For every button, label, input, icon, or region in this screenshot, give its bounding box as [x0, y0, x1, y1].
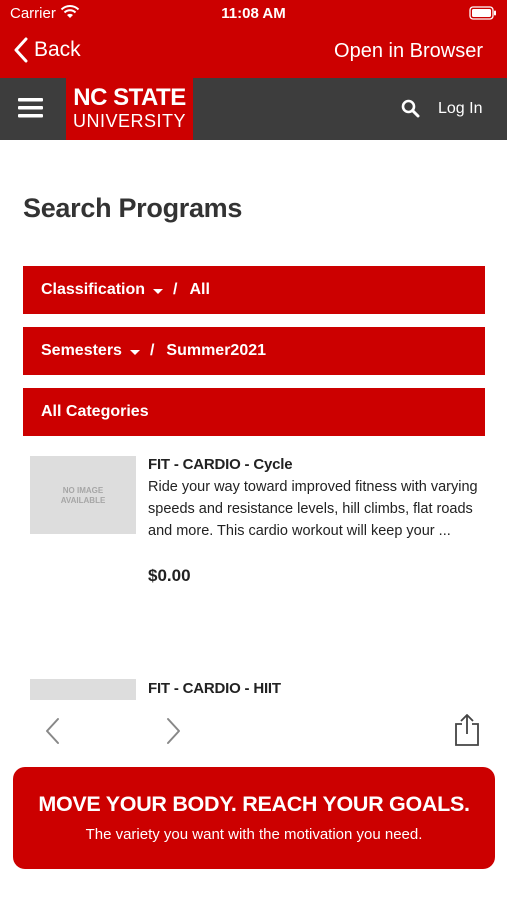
- program-title[interactable]: FIT - CARDIO - Cycle: [148, 456, 293, 473]
- program-thumbnail[interactable]: [30, 679, 136, 700]
- nc-state-logo[interactable]: NC STATE UNIVERSITY: [66, 78, 193, 140]
- program-title[interactable]: FIT - CARDIO - HIIT: [148, 680, 281, 697]
- battery-icon: [469, 6, 497, 25]
- classification-label: Classification: [41, 281, 146, 298]
- logo-top-text: NC STATE: [73, 84, 186, 111]
- banner-headline: MOVE YOUR BODY. REACH YOUR GOALS.: [38, 792, 470, 816]
- semesters-value: Summer2021: [166, 342, 267, 359]
- login-link[interactable]: Log In: [438, 100, 482, 118]
- back-label: Back: [34, 38, 81, 61]
- caret-down-icon: [153, 288, 164, 294]
- program-description: Ride your way toward improved fitness wi…: [148, 479, 478, 539]
- chevron-left-icon: [14, 37, 28, 63]
- clock: 11:08 AM: [221, 5, 286, 22]
- share-icon[interactable]: [453, 713, 481, 752]
- filter-separator: /: [173, 281, 178, 298]
- promo-banner[interactable]: MOVE YOUR BODY. REACH YOUR GOALS. The va…: [13, 767, 495, 869]
- browser-toolbar: [0, 700, 507, 762]
- classification-filter[interactable]: Classification / All: [23, 266, 485, 314]
- no-image-placeholder: NO IMAGE AVAILABLE: [60, 486, 106, 505]
- categories-filter[interactable]: All Categories: [23, 388, 485, 436]
- page-title: Search Programs: [23, 193, 243, 223]
- back-button[interactable]: Back: [14, 37, 81, 63]
- classification-value: All: [189, 281, 210, 298]
- semesters-label: Semesters: [41, 342, 122, 359]
- logo-bottom-text: UNIVERSITY: [72, 111, 187, 131]
- filter-separator: /: [149, 342, 155, 359]
- program-price: $0.00: [148, 566, 191, 585]
- hamburger-menu-icon[interactable]: [18, 97, 44, 124]
- navigation-bar: Back Open in Browser: [0, 28, 507, 78]
- caret-down-icon: [129, 349, 140, 355]
- semesters-filter[interactable]: Semesters / Summer2021: [23, 327, 485, 375]
- banner-subtext: The variety you want with the motivation…: [85, 826, 423, 843]
- open-in-browser-button[interactable]: Open in Browser: [334, 40, 483, 63]
- search-icon[interactable]: [401, 99, 420, 123]
- categories-label: All Categories: [41, 403, 149, 420]
- chevron-right-icon[interactable]: [164, 717, 182, 750]
- program-thumbnail[interactable]: NO IMAGE AVAILABLE: [30, 456, 136, 534]
- status-bar: Carrier 11:08 AM: [0, 0, 507, 28]
- chevron-left-icon[interactable]: [44, 717, 62, 750]
